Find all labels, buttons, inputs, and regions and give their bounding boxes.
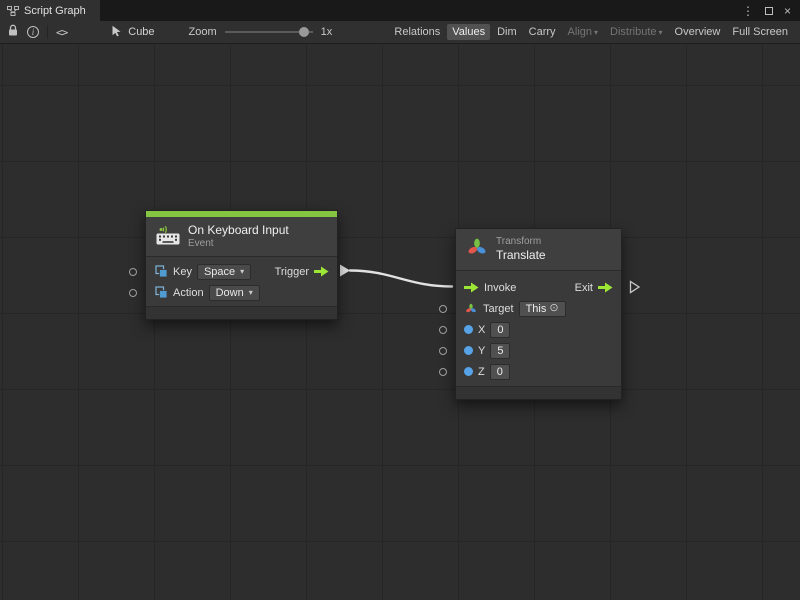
self-target-icon: ⊙ (549, 303, 558, 314)
target-row: Target This ⊙ (456, 298, 621, 319)
script-graph-window: Script Graph ⋮ × i <> Cube Zo (0, 0, 800, 600)
trigger-output-port[interactable] (314, 266, 329, 277)
menu-icon[interactable]: ⋮ (742, 5, 754, 17)
pointer-icon (111, 25, 122, 40)
action-dropdown[interactable]: Down ▾ (209, 285, 260, 301)
x-input-port[interactable] (439, 326, 447, 334)
key-label: Key (173, 266, 192, 278)
info-icon[interactable]: i (27, 26, 39, 38)
close-icon[interactable]: × (784, 5, 791, 17)
node-subtitle: Event (188, 238, 289, 251)
run-triangle-icon[interactable] (629, 280, 641, 299)
window-controls: ⋮ × (742, 0, 800, 21)
graph-toolbar: i <> Cube Zoom 1x Relations Values Dim C… (0, 21, 800, 44)
trigger-label: Trigger (275, 266, 309, 278)
target-input-port[interactable] (439, 305, 447, 313)
invoke-input-port[interactable] (464, 282, 479, 293)
key-input-port[interactable] (129, 268, 137, 276)
zoom-label: Zoom (189, 26, 217, 38)
fullscreen-button[interactable]: Full Screen (727, 24, 793, 40)
zoom-slider[interactable] (225, 26, 313, 38)
connection-wire[interactable] (350, 271, 452, 287)
value-port-dot-icon (464, 325, 473, 334)
invoke-row: Invoke Exit (456, 277, 621, 298)
node-footer (146, 306, 337, 319)
enum-icon (154, 265, 168, 278)
target-name-label: Cube (128, 26, 154, 38)
align-button[interactable]: Align▾ (563, 24, 603, 40)
z-label: Z (478, 366, 485, 378)
dropdown-caret-icon: ▾ (240, 267, 244, 276)
graph-target[interactable]: Cube (111, 25, 154, 40)
translate-node-body: Invoke Exit (456, 271, 621, 386)
graph-canvas[interactable]: On Keyboard Input Event Key Space (0, 44, 800, 600)
key-row: Key Space ▾ Trigger (146, 261, 337, 282)
tab-title: Script Graph (24, 5, 86, 17)
node-transform-translate[interactable]: Transform Translate Invoke Exit (455, 228, 622, 400)
translate-node-header: Transform Translate (456, 229, 621, 271)
relations-button[interactable]: Relations (389, 24, 445, 40)
keyboard-icon (156, 225, 180, 248)
node-title: On Keyboard Input (188, 223, 289, 238)
action-label: Action (173, 287, 204, 299)
action-input-port[interactable] (129, 289, 137, 297)
code-icon[interactable]: <> (56, 26, 67, 39)
node-footer (456, 386, 621, 399)
x-label: X (478, 324, 485, 336)
distribute-button[interactable]: Distribute▾ (605, 24, 667, 40)
x-value-field[interactable]: 0 (490, 322, 510, 338)
transform-icon (464, 303, 478, 315)
y-input-port[interactable] (439, 347, 447, 355)
node-on-keyboard-input[interactable]: On Keyboard Input Event Key Space (145, 210, 338, 320)
value-port-dot-icon (464, 346, 473, 355)
toolbar-separator (47, 25, 48, 39)
key-dropdown[interactable]: Space ▾ (197, 264, 251, 280)
carry-button[interactable]: Carry (524, 24, 561, 40)
keyboard-node-header: On Keyboard Input Event (146, 217, 337, 257)
invoke-label: Invoke (484, 282, 516, 294)
exit-label: Exit (575, 282, 593, 294)
enum-icon (154, 286, 168, 299)
maximize-icon[interactable] (765, 5, 773, 17)
target-label: Target (483, 303, 514, 315)
exit-output-port[interactable] (598, 282, 613, 293)
action-row: Action Down ▾ (146, 282, 337, 303)
lock-icon[interactable] (7, 24, 19, 40)
node-title: Translate (496, 248, 546, 263)
x-row: X 0 (456, 319, 621, 340)
zoom-value: 1x (321, 26, 333, 38)
toolbar-buttons: Relations Values Dim Carry Align▾ Distri… (389, 24, 793, 40)
target-value-field[interactable]: This ⊙ (519, 301, 566, 317)
connection-layer (0, 44, 800, 600)
chevron-down-icon: ▾ (659, 28, 663, 37)
z-value-field[interactable]: 0 (490, 364, 510, 380)
tab-bar: Script Graph ⋮ × (0, 0, 800, 21)
tab-script-graph[interactable]: Script Graph (0, 0, 100, 21)
dropdown-caret-icon: ▾ (249, 288, 253, 297)
dim-button[interactable]: Dim (492, 24, 522, 40)
transform-icon (466, 237, 488, 262)
chevron-down-icon: ▾ (594, 28, 598, 37)
keyboard-node-body: Key Space ▾ Trigger (146, 257, 337, 306)
values-button[interactable]: Values (447, 24, 490, 40)
graph-icon (7, 5, 19, 17)
overview-button[interactable]: Overview (670, 24, 726, 40)
zoom-slider-knob[interactable] (299, 27, 309, 37)
zoom-control: Zoom 1x (189, 26, 333, 38)
value-port-dot-icon (464, 367, 473, 376)
y-row: Y 5 (456, 340, 621, 361)
connection-start-arrow-icon (340, 265, 350, 277)
y-value-field[interactable]: 5 (490, 343, 510, 359)
z-input-port[interactable] (439, 368, 447, 376)
node-category: Transform (496, 236, 546, 249)
y-label: Y (478, 345, 485, 357)
z-row: Z 0 (456, 361, 621, 382)
